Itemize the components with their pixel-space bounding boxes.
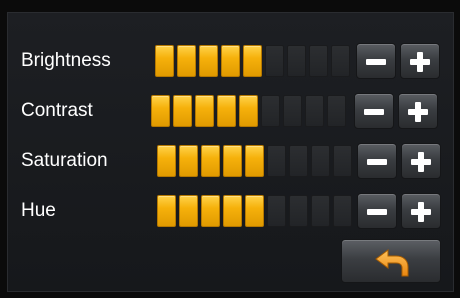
level-segment-inactive: [331, 45, 350, 77]
level-segment-inactive: [333, 195, 352, 227]
level-segment-inactive: [311, 195, 330, 227]
level-segment-inactive: [327, 95, 346, 127]
level-segment-active: [199, 45, 218, 77]
row-hue: Hue: [8, 191, 455, 231]
level-segment-active: [179, 145, 198, 177]
level-segment-active: [245, 195, 264, 227]
back-button[interactable]: [341, 239, 441, 283]
row-contrast: Contrast: [8, 91, 455, 131]
level-segment-inactive: [309, 45, 328, 77]
hue-label: Hue: [21, 200, 56, 221]
saturation-level-bar: [157, 145, 352, 177]
level-segment-active: [179, 195, 198, 227]
level-segment-active: [243, 45, 262, 77]
saturation-decrease-button[interactable]: [357, 143, 397, 179]
saturation-label: Saturation: [21, 150, 108, 171]
contrast-label: Contrast: [21, 100, 93, 121]
row-saturation: Saturation: [8, 141, 455, 181]
level-segment-inactive: [305, 95, 324, 127]
brightness-increase-button[interactable]: [400, 43, 440, 79]
level-segment-inactive: [333, 145, 352, 177]
level-segment-active: [195, 95, 214, 127]
minus-icon: [366, 59, 386, 65]
color-adjust-panel: Brightness Contrast Saturation Hue: [7, 12, 454, 292]
level-segment-active: [155, 45, 174, 77]
minus-icon: [367, 209, 387, 215]
level-segment-active: [151, 95, 170, 127]
level-segment-active: [245, 145, 264, 177]
level-segment-active: [201, 195, 220, 227]
level-segment-inactive: [287, 45, 306, 77]
brightness-level-bar: [155, 45, 350, 77]
level-segment-inactive: [289, 145, 308, 177]
level-segment-active: [173, 95, 192, 127]
level-segment-active: [201, 145, 220, 177]
level-segment-active: [221, 45, 240, 77]
level-segment-active: [217, 95, 236, 127]
level-segment-active: [223, 145, 242, 177]
level-segment-active: [239, 95, 258, 127]
level-segment-inactive: [289, 195, 308, 227]
level-segment-active: [157, 145, 176, 177]
brightness-decrease-button[interactable]: [356, 43, 396, 79]
level-segment-inactive: [267, 195, 286, 227]
saturation-increase-button[interactable]: [401, 143, 441, 179]
contrast-level-bar: [151, 95, 346, 127]
brightness-label: Brightness: [21, 50, 111, 71]
level-segment-inactive: [265, 45, 284, 77]
minus-icon: [364, 109, 384, 115]
undo-arrow-icon: [375, 249, 409, 277]
row-brightness: Brightness: [8, 41, 455, 81]
contrast-increase-button[interactable]: [398, 93, 438, 129]
level-segment-active: [177, 45, 196, 77]
contrast-decrease-button[interactable]: [354, 93, 394, 129]
level-segment-inactive: [261, 95, 280, 127]
level-segment-active: [223, 195, 242, 227]
hue-increase-button[interactable]: [401, 193, 441, 229]
minus-icon: [367, 159, 387, 165]
hue-level-bar: [157, 195, 352, 227]
hue-decrease-button[interactable]: [357, 193, 397, 229]
level-segment-inactive: [311, 145, 330, 177]
level-segment-active: [157, 195, 176, 227]
level-segment-inactive: [283, 95, 302, 127]
level-segment-inactive: [267, 145, 286, 177]
